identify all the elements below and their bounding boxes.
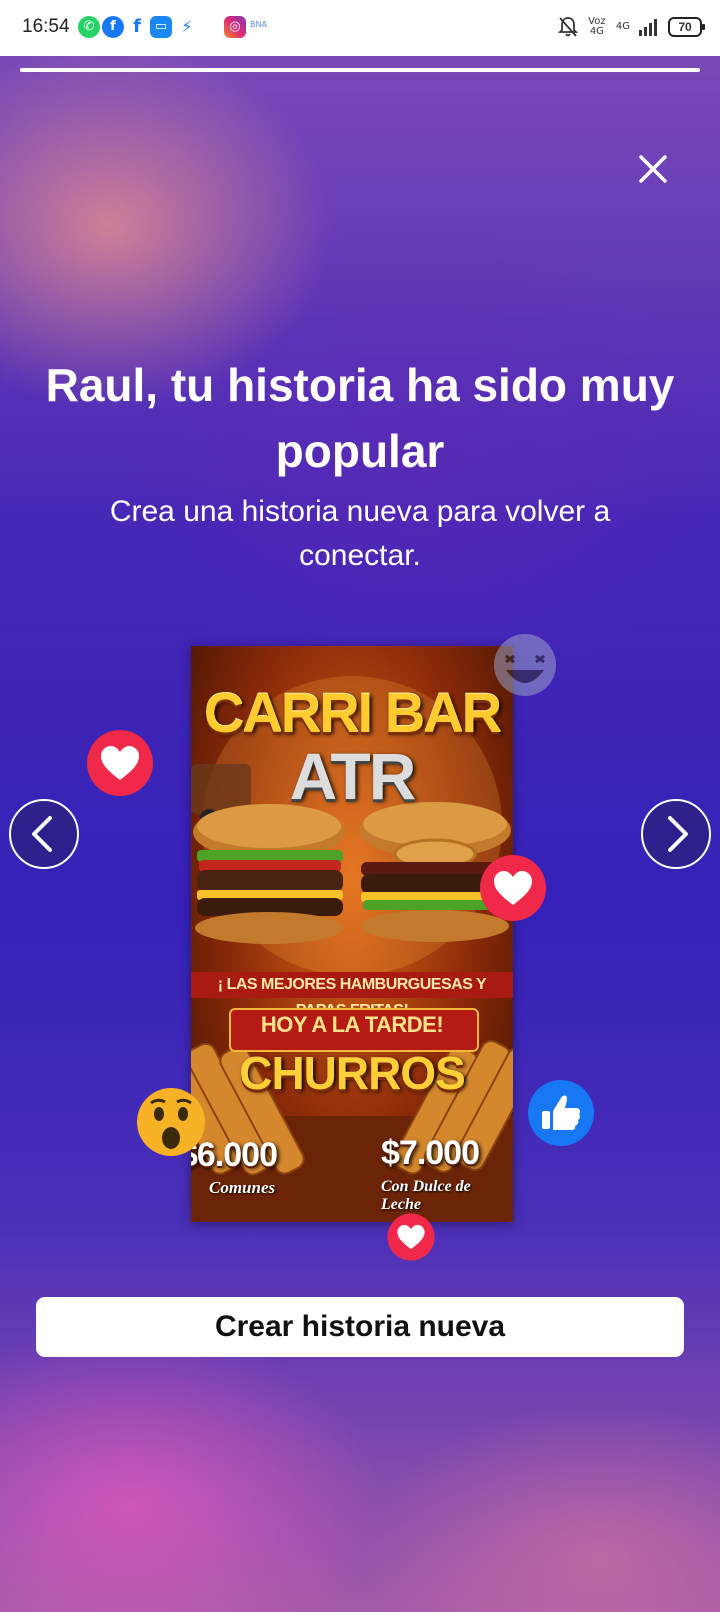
next-arrow-button[interactable] — [640, 798, 712, 870]
love-reaction-icon — [87, 730, 153, 796]
story-progress-bar — [20, 68, 700, 72]
mute-bell-icon — [557, 17, 578, 37]
network-label: Voz 4G — [588, 16, 606, 37]
chat-icon: ▭ — [150, 16, 172, 38]
poster-price-right: $7.000 — [381, 1134, 480, 1172]
status-time: 16:54 — [22, 16, 70, 37]
story-viewer: Raul, tu historia ha sido muy popular Cr… — [0, 56, 720, 1612]
create-story-button[interactable]: Crear historia nueva — [36, 1297, 684, 1357]
instagram-icon: ◎ — [224, 16, 246, 38]
instagram-tag: BNA — [250, 20, 267, 29]
love-reaction-icon — [387, 1213, 435, 1261]
messenger-icon: ⚡ — [181, 17, 193, 36]
system-status: Voz 4G 4G 70 — [557, 14, 705, 40]
love-reaction-icon — [480, 855, 546, 921]
status-bar: 16:54 ✆ f f ▭ ⚡ ◎ BNA Voz 4G 4G 70 — [0, 0, 720, 56]
poster-title: CARRI BAR — [203, 681, 502, 744]
signal-label: 4G — [615, 21, 630, 32]
story-preview-image[interactable]: CARRI BAR ATR ¡ LAS MEJORES HAMBURGUESAS… — [191, 646, 513, 1222]
poster-caption-left: Comunes — [209, 1178, 276, 1197]
previous-arrow-button[interactable] — [8, 798, 80, 870]
poster-churros: CHURROS — [239, 1047, 466, 1099]
battery-indicator: 70 — [668, 17, 705, 37]
like-reaction-icon — [528, 1080, 594, 1146]
laugh-reaction-icon — [494, 634, 556, 696]
story-progress-fill — [20, 68, 700, 72]
close-icon[interactable] — [634, 150, 672, 188]
story-subline: Crea una historia nueva para volver a co… — [109, 495, 611, 572]
poster-hoy-text: HOY A LA TARDE! — [260, 1012, 444, 1037]
facebook-icon: f — [102, 16, 124, 38]
wow-reaction-icon — [137, 1088, 205, 1156]
poster-caption-right: Con Dulce de Leche — [381, 1178, 471, 1213]
whatsapp-icon: ✆ — [78, 16, 100, 38]
poster-banner: ¡ LAS MEJORES HAMBURGUESAS Y PAPAS FRITA… — [191, 972, 513, 1019]
poster-subtitle-atr: ATR — [289, 739, 417, 813]
signal-bars-icon — [639, 19, 657, 36]
story-headline: Raul, tu historia ha sido muy popular — [45, 359, 675, 477]
facebook-f-icon: f — [133, 16, 141, 37]
